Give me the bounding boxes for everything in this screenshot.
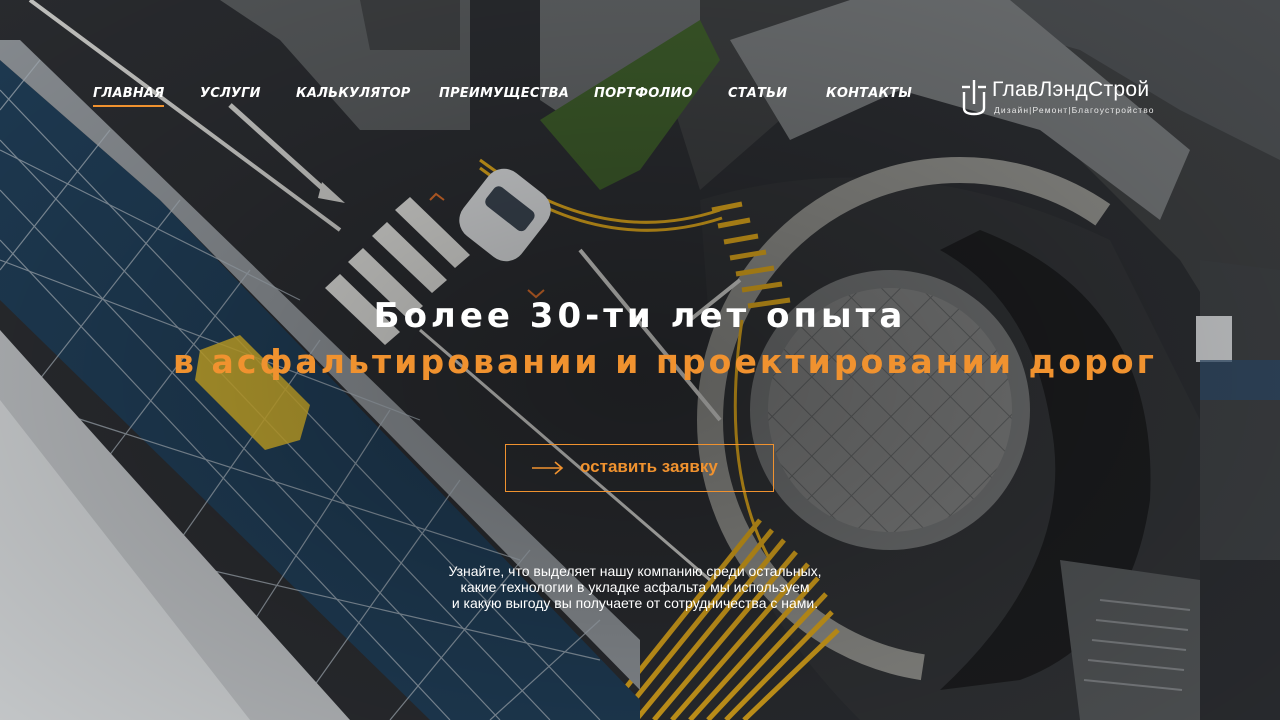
hero-title-line2: в асфальтировании и проектировании дорог xyxy=(172,342,1158,381)
arrow-right-icon xyxy=(532,461,564,475)
hero-description-line: и какую выгоду вы получаете от сотруднич… xyxy=(451,595,819,611)
hero-title-line1: Более 30-ти лет опыта xyxy=(373,296,907,336)
logo-name: ГлавЛэндСтрой xyxy=(992,78,1150,101)
nav-item-services[interactable]: УСЛУГИ xyxy=(200,86,261,101)
nav-item-advantages[interactable]: ПРЕИМУЩЕСТВА xyxy=(439,86,569,101)
company-logo[interactable]: ГлавЛэндСтрой Дизайн|Ремонт|Благоустройс… xyxy=(960,78,1185,118)
nav-item-calculator[interactable]: КАЛЬКУЛЯТОР xyxy=(296,86,411,101)
hero-description: Узнайте, что выделяет нашу компанию сред… xyxy=(0,563,1270,611)
nav-item-articles[interactable]: СТАТЬИ xyxy=(728,86,787,101)
submit-request-label: оставить заявку xyxy=(580,457,718,476)
hero-description-line: Узнайте, что выделяет нашу компанию сред… xyxy=(448,563,822,579)
nav-item-contacts[interactable]: КОНТАКТЫ xyxy=(826,86,912,101)
nav-item-home[interactable]: ГЛАВНАЯ xyxy=(93,86,165,107)
hero-description-line: какие технологии в укладке асфальта мы и… xyxy=(460,579,810,595)
logo-tagline: Дизайн|Ремонт|Благоустройство xyxy=(994,105,1155,115)
logo-mark-icon xyxy=(962,80,986,116)
nav-item-portfolio[interactable]: ПОРТФОЛИО xyxy=(594,86,693,101)
submit-request-button[interactable]: оставить заявку xyxy=(505,444,774,492)
main-navigation: ГЛАВНАЯ УСЛУГИ КАЛЬКУЛЯТОР ПРЕИМУЩЕСТВА … xyxy=(0,0,1280,120)
